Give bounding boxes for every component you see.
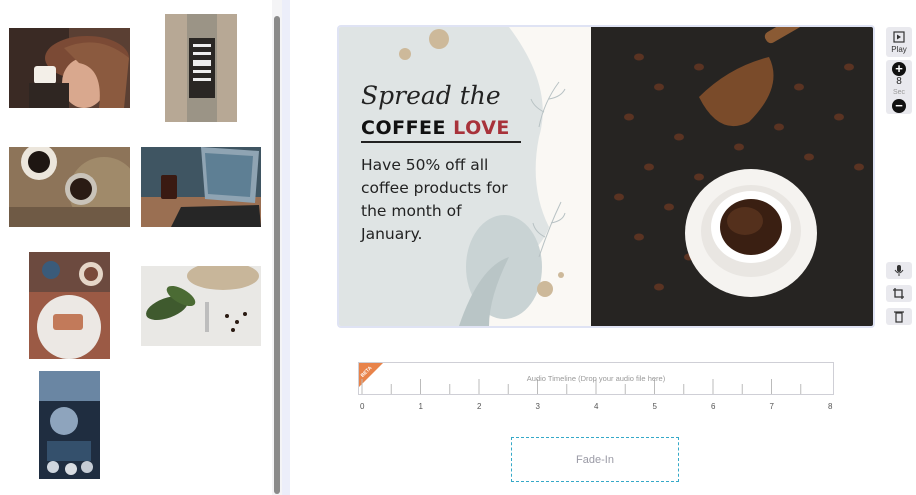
- timeline-tick-label: 2: [477, 402, 482, 411]
- gallery-scrollbar-thumb[interactable]: [274, 16, 280, 494]
- ad-body-line: January.: [361, 225, 423, 243]
- ad-body-text[interactable]: Have 50% off all coffee products for the…: [361, 154, 508, 246]
- collage-image: [39, 371, 100, 479]
- duration-control: + 8 Sec −: [886, 60, 912, 114]
- ad-body-line: coffee products for: [361, 179, 508, 197]
- timeline-tick-label: 4: [594, 402, 599, 411]
- ad-headline-coffee: COFFEE: [361, 117, 447, 139]
- timeline-tick-label: 1: [418, 402, 423, 411]
- ad-body-line: the month of: [361, 202, 462, 220]
- fade-in-label: Fade-In: [576, 453, 614, 466]
- timeline-tick-label: 5: [652, 402, 657, 411]
- ad-headline-coffee-love[interactable]: COFFEE LOVE: [361, 117, 510, 139]
- laptop-image: [141, 147, 261, 227]
- seconds-unit: Sec: [892, 89, 906, 96]
- timeline-tick-label: 6: [711, 402, 716, 411]
- gallery-thumb-beans-plant[interactable]: [141, 266, 261, 346]
- mic-icon: [894, 265, 904, 276]
- design-canvas[interactable]: Spread the COFFEE LOVE Have 50% off all …: [337, 25, 875, 328]
- trash-icon: [894, 311, 904, 323]
- image-gallery: [0, 0, 272, 495]
- cake-image: [29, 252, 110, 359]
- gallery-thumb-woman-drinking-coffee[interactable]: [9, 28, 130, 108]
- audio-timeline[interactable]: BETA Audio Timeline (Drop your audio fil…: [358, 362, 834, 395]
- play-label: Play: [891, 45, 907, 54]
- timeline-tick-label: 7: [769, 402, 774, 411]
- coffee-bottle-image: [165, 14, 237, 122]
- gallery-thumb-laptop[interactable]: [141, 147, 261, 227]
- ad-headline-love: LOVE: [453, 117, 510, 139]
- ad-headline-script[interactable]: Spread the: [361, 81, 501, 110]
- plus-icon[interactable]: +: [892, 62, 906, 76]
- timeline-tick-label: 3: [535, 402, 540, 411]
- crop-button[interactable]: [886, 285, 912, 302]
- beans-plant-image: [141, 266, 261, 346]
- panel-divider: [282, 0, 290, 495]
- gallery-thumb-coffee-bottle[interactable]: [165, 14, 237, 122]
- crop-icon: [893, 288, 904, 299]
- delete-button[interactable]: [886, 308, 912, 325]
- play-icon: [893, 31, 905, 43]
- coffee-cups-image: [9, 147, 130, 227]
- gallery-thumb-collage[interactable]: [39, 371, 100, 479]
- ad-body-line: Have 50% off all: [361, 156, 489, 174]
- minus-icon[interactable]: −: [892, 99, 906, 113]
- fade-in-animation-slot[interactable]: Fade-In: [511, 437, 679, 482]
- timeline-tick-label: 8: [828, 402, 833, 411]
- audio-timeline-placeholder: Audio Timeline (Drop your audio file her…: [526, 374, 666, 383]
- timeline-tick-label: 0: [360, 402, 365, 411]
- play-button[interactable]: Play: [886, 27, 912, 57]
- woman-drinking-coffee-image: [9, 28, 130, 108]
- headline-underline: [361, 141, 521, 143]
- mic-button[interactable]: [886, 262, 912, 279]
- gallery-thumb-coffee-cups[interactable]: [9, 147, 130, 227]
- seconds-value: 8: [896, 76, 902, 87]
- gallery-thumb-cake[interactable]: [29, 252, 110, 359]
